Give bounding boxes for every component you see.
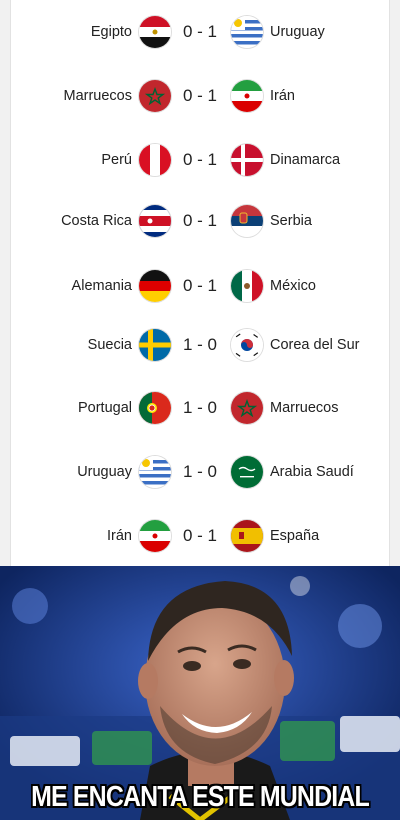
home-team: Egipto [90,24,132,40]
match-row[interactable]: Suecia 1 - 0 Corea del Sur [0,325,400,365]
saudi-arabia-flag-icon [231,456,263,488]
away-team: Dinamarca [270,152,341,168]
home-team: Portugal [77,400,132,416]
match-results-list: Egipto 0 - 1 Uruguay Marruecos 0 - 1 Irá… [0,0,400,566]
south-korea-flag-icon [231,329,263,361]
score: 0 - 1 [182,86,218,105]
score: 0 - 1 [182,150,218,169]
home-team: Marruecos [63,88,133,104]
score: 0 - 1 [182,526,218,545]
match-row[interactable]: Portugal 1 - 0 Marruecos [0,388,400,428]
away-team: Uruguay [270,24,325,40]
iran-flag-icon [139,520,171,552]
meme-image: ME ENCANTA ESTE MUNDIAL [0,566,400,820]
match-row[interactable]: Uruguay 1 - 0 Arabia Saudí [0,452,400,492]
match-row[interactable]: Marruecos 0 - 1 Irán [0,76,400,116]
uruguay-flag-icon [139,456,171,488]
home-team: Alemania [71,278,132,294]
peru-flag-icon [139,144,171,176]
morocco-flag-icon [139,80,171,112]
away-team: Arabia Saudí [270,464,354,480]
match-row[interactable]: Egipto 0 - 1 Uruguay [0,12,400,52]
egypt-flag-icon [139,16,171,48]
score: 1 - 0 [182,462,218,481]
match-row[interactable]: Costa Rica 0 - 1 Serbia [0,201,400,241]
meme-caption: ME ENCANTA ESTE MUNDIAL [31,781,370,813]
spain-flag-icon [231,520,263,552]
morocco-flag-icon [231,392,263,424]
home-team: Uruguay [77,464,132,480]
home-team: Costa Rica [61,213,132,229]
away-team: Irán [270,88,295,104]
serbia-flag-icon [231,205,263,237]
home-team: Suecia [87,337,132,353]
home-team: Perú [101,152,132,168]
score: 0 - 1 [182,22,218,41]
sweden-flag-icon [139,329,171,361]
mexico-flag-icon [231,270,263,302]
away-team: Serbia [270,213,312,229]
denmark-flag-icon [231,144,263,176]
portugal-flag-icon [139,392,171,424]
score: 1 - 0 [182,398,218,417]
score: 1 - 0 [182,335,218,354]
costa-rica-flag-icon [139,205,171,237]
away-team: México [270,278,316,294]
germany-flag-icon [139,270,171,302]
away-team: España [270,528,320,544]
away-team: Marruecos [270,400,339,416]
match-row[interactable]: Alemania 0 - 1 México [0,266,400,306]
uruguay-flag-icon [231,16,263,48]
home-team: Irán [107,528,132,544]
away-team: Corea del Sur [270,337,360,353]
match-row[interactable]: Irán 0 - 1 España [0,516,400,556]
iran-flag-icon [231,80,263,112]
score: 0 - 1 [182,276,218,295]
match-row[interactable]: Perú 0 - 1 Dinamarca [0,140,400,180]
score: 0 - 1 [182,211,218,230]
